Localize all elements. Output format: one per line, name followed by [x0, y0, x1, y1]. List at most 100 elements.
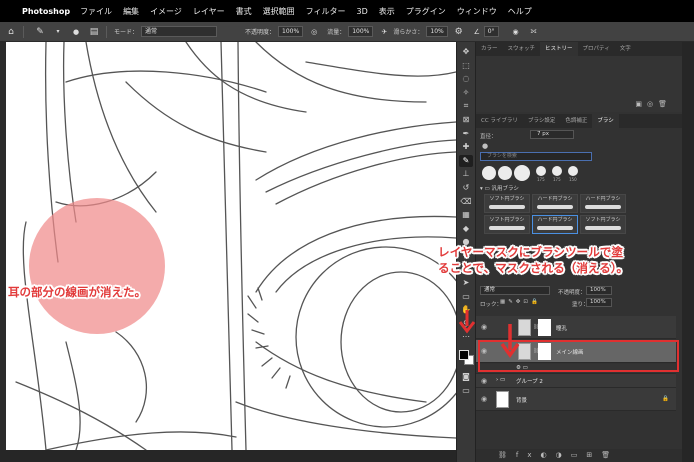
menu-help[interactable]: ヘルプ	[508, 6, 532, 17]
airbrush-icon[interactable]: ✈	[377, 25, 391, 39]
eye-icon[interactable]: ◉	[481, 395, 487, 403]
brush-size-field[interactable]: 7 px	[530, 130, 574, 139]
tab-cc-libraries[interactable]: CC ライブラリ	[476, 114, 523, 128]
layer-name: グループ 2	[516, 379, 543, 385]
menu-3d[interactable]: 3D	[357, 7, 368, 16]
pressure-size-icon[interactable]: ◉	[509, 25, 523, 39]
smoothing-options-gear-icon[interactable]: ⚙	[452, 25, 466, 39]
screen-mode-icon[interactable]: ▭	[459, 385, 473, 397]
eye-icon[interactable]: ◉	[481, 377, 487, 385]
quick-mask-icon[interactable]: ◙	[459, 371, 473, 383]
frame-tool-icon[interactable]: ⊠	[459, 114, 473, 126]
tab-brushes[interactable]: ブラシ	[592, 114, 619, 128]
brush-folder-general[interactable]: ▾ ▭ 汎用ブラシ	[480, 184, 519, 192]
path-select-tool-icon[interactable]: ➤	[459, 277, 473, 289]
blur-tool-icon[interactable]: ◆	[459, 223, 473, 235]
layers-footer-icons[interactable]: ⛓fx◐◑▭⊞🗑	[476, 449, 682, 462]
brush-settings-icon[interactable]: ▤	[87, 25, 101, 39]
brush-preset-5[interactable]: ソフト円ブラシ	[580, 215, 626, 234]
menu-image[interactable]: イメージ	[150, 6, 182, 17]
quick-select-tool-icon[interactable]: ✧	[459, 87, 473, 99]
options-bar: ⌂ ✎ ▾ ● ▤ モード： 通常 不透明度： 100% ◎ 流量： 100% …	[0, 22, 694, 42]
brush-preset-1[interactable]: ハード円ブラシ	[532, 194, 578, 213]
brush-search-input[interactable]: ブラシを検索	[480, 152, 592, 161]
brush-preset-4[interactable]: ハード円ブラシ	[532, 215, 578, 234]
fill-field[interactable]: 100%	[586, 298, 612, 307]
menu-file[interactable]: ファイル	[80, 6, 112, 17]
history-brush-tool-icon[interactable]: ↺	[459, 182, 473, 194]
tab-history[interactable]: ヒストリー	[540, 42, 578, 56]
tab-swatches[interactable]: スウォッチ	[503, 42, 541, 56]
brush-tip-1[interactable]	[482, 166, 496, 180]
panel-scroll-strip[interactable]	[682, 42, 694, 462]
eye-icon[interactable]: ◉	[481, 323, 487, 331]
brush-preset-label: ソフト円ブラシ	[489, 196, 525, 202]
menu-view[interactable]: 表示	[379, 6, 395, 17]
brush-tip-4[interactable]	[536, 166, 546, 176]
angle-icon[interactable]: ∠	[470, 25, 484, 39]
annotation-line: ることで、マスクされる（消える）。	[438, 261, 629, 275]
stamp-tool-icon[interactable]: ⊥	[459, 168, 473, 180]
brush-tip-6[interactable]	[568, 166, 578, 176]
document-canvas[interactable]	[6, 42, 456, 450]
brush-tip-5[interactable]	[552, 166, 562, 176]
layer-mask-thumbnail[interactable]	[538, 319, 551, 336]
smoothing-field[interactable]: 10%	[426, 26, 448, 37]
symmetry-icon[interactable]: ⟗	[527, 25, 541, 39]
move-tool-icon[interactable]: ✥	[459, 46, 473, 58]
angle-field[interactable]: 0°	[483, 26, 499, 37]
home-icon[interactable]: ⌂	[4, 25, 18, 39]
brush-tip-preview-icon: ●	[482, 142, 489, 150]
brush-tool-icon[interactable]: ✎	[459, 154, 473, 167]
lasso-tool-icon[interactable]: ◌	[459, 73, 473, 85]
flow-field[interactable]: 100%	[348, 26, 374, 37]
tab-character[interactable]: 文字	[615, 42, 636, 56]
history-footer-icons[interactable]: ▣◎🗑	[635, 100, 672, 108]
menu-filter[interactable]: フィルター	[306, 6, 346, 17]
brush-stroke-preview	[537, 226, 573, 230]
tab-color[interactable]: カラー	[476, 42, 503, 56]
healing-tool-icon[interactable]: ✚	[459, 141, 473, 153]
gradient-tool-icon[interactable]: ▦	[459, 209, 473, 221]
menu-layer[interactable]: レイヤー	[193, 6, 225, 17]
opacity-label: 不透明度：	[245, 29, 276, 36]
crop-tool-icon[interactable]: ⌗	[459, 100, 473, 112]
blend-mode-select[interactable]: 通常	[480, 286, 550, 295]
eyedropper-tool-icon[interactable]: ✒	[459, 128, 473, 140]
chevron-down-icon[interactable]: ▾	[51, 25, 65, 39]
tab-adjustments[interactable]: 色調補正	[560, 114, 592, 128]
marquee-tool-icon[interactable]: ⬚	[459, 60, 473, 72]
tab-properties[interactable]: プロパティ	[578, 42, 615, 56]
brush-tip-2[interactable]	[498, 166, 512, 180]
brush-preset-2[interactable]: ハード円ブラシ	[580, 194, 626, 213]
foreground-color-swatch[interactable]	[459, 350, 469, 361]
app-menu-photoshop[interactable]: Photoshop	[22, 7, 70, 16]
annotation-line: レイヤーマスクにブラシツールで塗	[438, 245, 623, 259]
shape-tool-icon[interactable]: ▭	[459, 291, 473, 303]
brush-tip-3[interactable]	[514, 165, 530, 181]
brush-preset-0[interactable]: ソフト円ブラシ	[484, 194, 530, 213]
menu-edit[interactable]: 編集	[123, 6, 139, 17]
menu-type[interactable]: 書式	[236, 6, 252, 17]
brush-tool-icon[interactable]: ✎	[33, 25, 47, 39]
tab-brush-settings[interactable]: ブラシ設定	[523, 114, 560, 128]
menu-plugins[interactable]: プラグイン	[406, 6, 446, 17]
layer-opacity-label: 不透明度：	[558, 290, 586, 296]
brush-preset-3[interactable]: ソフト円ブラシ	[484, 215, 530, 234]
brush-preset-picker-icon[interactable]: ●	[69, 25, 83, 39]
lock-options-icon[interactable]: ▦✎✥⊡🔒	[500, 299, 541, 305]
menu-window[interactable]: ウィンドウ	[457, 6, 497, 17]
layer-row-background[interactable]: ◉ 背景 🔒	[476, 388, 676, 411]
layer-opacity-field[interactable]: 100%	[586, 286, 612, 295]
pressure-opacity-icon[interactable]: ◎	[307, 25, 321, 39]
mode-select[interactable]: 通常	[141, 26, 218, 37]
divider	[106, 25, 107, 38]
brush-size-label: 直径：	[480, 134, 497, 140]
annotation-erased-ear: 耳の部分の線画が消えた。	[8, 285, 146, 299]
layer-row-group[interactable]: ◉ › ▭ グループ 2	[476, 374, 676, 388]
brush-panel-tabs: CC ライブラリ ブラシ設定 色調補正 ブラシ	[476, 114, 682, 128]
eraser-tool-icon[interactable]: ⌫	[459, 196, 473, 208]
opacity-field[interactable]: 100%	[278, 26, 304, 37]
color-swatches[interactable]	[458, 349, 474, 366]
menu-select[interactable]: 選択範囲	[263, 6, 295, 17]
